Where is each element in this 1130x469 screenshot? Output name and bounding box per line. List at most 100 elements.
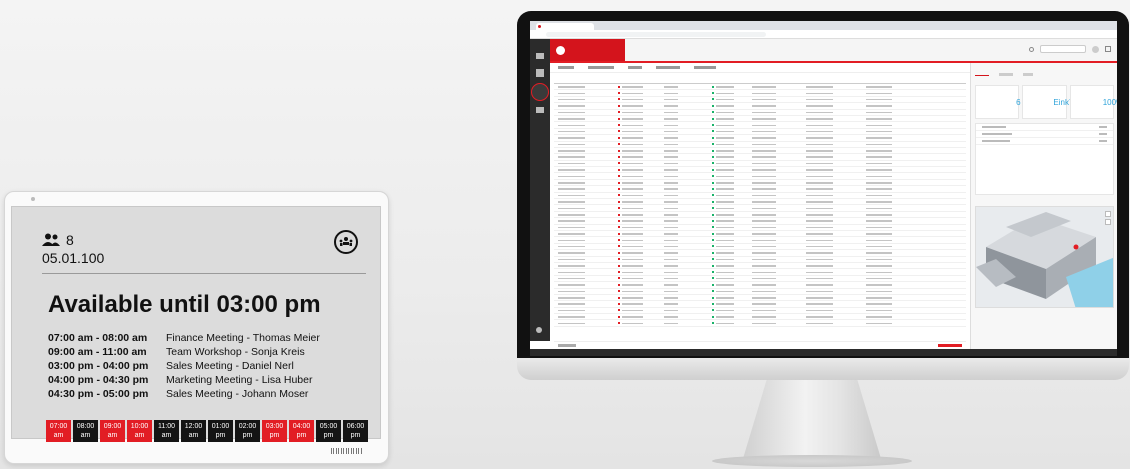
table-cell — [862, 149, 920, 153]
cell-text — [716, 169, 734, 171]
cell-text — [664, 239, 678, 242]
table-cell — [614, 149, 660, 153]
toolbar-action[interactable] — [694, 66, 716, 69]
monitor-base — [712, 455, 912, 467]
devices-icon[interactable] — [536, 107, 544, 113]
table-row[interactable] — [554, 320, 966, 327]
cell-text — [558, 277, 585, 280]
table-cell — [748, 193, 802, 197]
table-cell — [708, 302, 748, 306]
table-cell — [660, 251, 690, 255]
cell-text — [558, 226, 585, 229]
timeline-slot: 06:00 pm — [343, 420, 368, 442]
cell-text — [558, 271, 585, 274]
building-icon[interactable] — [536, 69, 544, 77]
table-cell — [660, 321, 690, 325]
cell-text — [664, 201, 678, 203]
online-dot-icon — [712, 226, 714, 229]
table-cell — [614, 219, 660, 223]
cell-text — [752, 130, 777, 133]
meeting-title: Marketing Meeting - Lisa Huber — [166, 374, 313, 386]
cell-text — [806, 322, 833, 325]
table-cell — [660, 85, 690, 89]
cell-text — [558, 86, 585, 88]
help-icon[interactable] — [1029, 46, 1034, 52]
menu-icon[interactable] — [536, 53, 544, 59]
zoom-in-icon[interactable] — [1105, 211, 1111, 217]
table-cell — [862, 219, 920, 223]
epaper-room-sign: 8 05.01.100 Available until 03:00 pm 07:… — [4, 191, 389, 464]
slot-ampm: pm — [269, 432, 280, 439]
logout-icon[interactable] — [1105, 46, 1111, 52]
cell-text — [622, 86, 643, 88]
cell-text — [716, 214, 734, 216]
table-cell — [554, 136, 614, 140]
tab-history[interactable] — [1023, 73, 1033, 76]
cell-text — [664, 98, 678, 101]
table-cell — [708, 149, 748, 153]
cell-text — [664, 214, 678, 216]
global-search-input[interactable] — [1040, 45, 1086, 53]
table-cell — [748, 308, 802, 312]
cell-text — [622, 105, 643, 107]
table-cell — [802, 244, 862, 248]
cell-text — [664, 137, 678, 139]
online-dot-icon — [712, 264, 714, 267]
cell-text — [558, 214, 585, 216]
monitor-stand — [742, 378, 882, 462]
toolbar-action[interactable] — [656, 66, 680, 69]
tab-overview[interactable] — [975, 73, 989, 76]
table-cell — [862, 168, 920, 172]
remove-filter-link[interactable] — [938, 344, 962, 347]
cell-text — [716, 309, 734, 312]
cell-text — [716, 92, 734, 95]
table-cell — [748, 289, 802, 293]
user-avatar[interactable] — [1092, 45, 1099, 53]
status-dot-icon — [618, 143, 620, 146]
table-cell — [660, 149, 690, 153]
toolbar-action[interactable] — [558, 66, 574, 69]
cell-text — [622, 169, 643, 171]
cell-text — [866, 156, 893, 158]
online-dot-icon — [712, 245, 714, 248]
table-cell — [862, 302, 920, 306]
cell-text — [806, 284, 833, 286]
timeline-slot: 01:00 pm — [208, 420, 233, 442]
table-cell — [708, 276, 748, 280]
cell-text — [752, 252, 777, 254]
floor-map[interactable] — [975, 206, 1114, 308]
cell-text — [806, 290, 833, 293]
status-dot-icon — [618, 175, 620, 178]
cell-text — [716, 233, 734, 235]
settings-icon[interactable] — [536, 327, 542, 333]
table-cell — [554, 213, 614, 217]
nav-item-active[interactable] — [531, 83, 549, 101]
table-search[interactable] — [870, 63, 970, 73]
zoom-out-icon[interactable] — [1105, 219, 1111, 225]
cell-text — [752, 220, 777, 222]
kpi-card: Eink75 — [1022, 85, 1078, 119]
table-cell — [554, 174, 614, 178]
table-cell — [862, 123, 920, 127]
cell-text — [752, 233, 777, 235]
browser-tab[interactable] — [536, 23, 594, 30]
table-cell — [708, 283, 748, 287]
table-cell — [748, 110, 802, 114]
toolbar-action[interactable] — [628, 66, 642, 69]
table-cell — [802, 123, 862, 127]
cell-text — [716, 239, 734, 242]
online-dot-icon — [712, 309, 714, 312]
address-bar[interactable] — [546, 32, 766, 37]
monitor-chin — [517, 358, 1129, 380]
table-cell — [862, 117, 920, 121]
detail-panel: 6 Eink75 100% — [970, 63, 1117, 349]
tab-details[interactable] — [999, 73, 1013, 76]
toolbar-action[interactable] — [588, 66, 614, 69]
cell-text — [558, 92, 585, 95]
cell-text — [622, 118, 643, 120]
table-cell — [748, 168, 802, 172]
cell-text — [664, 277, 678, 280]
cell-text — [866, 207, 893, 210]
cell-text — [752, 258, 777, 261]
meeting-title: Finance Meeting - Thomas Meier — [166, 332, 320, 344]
